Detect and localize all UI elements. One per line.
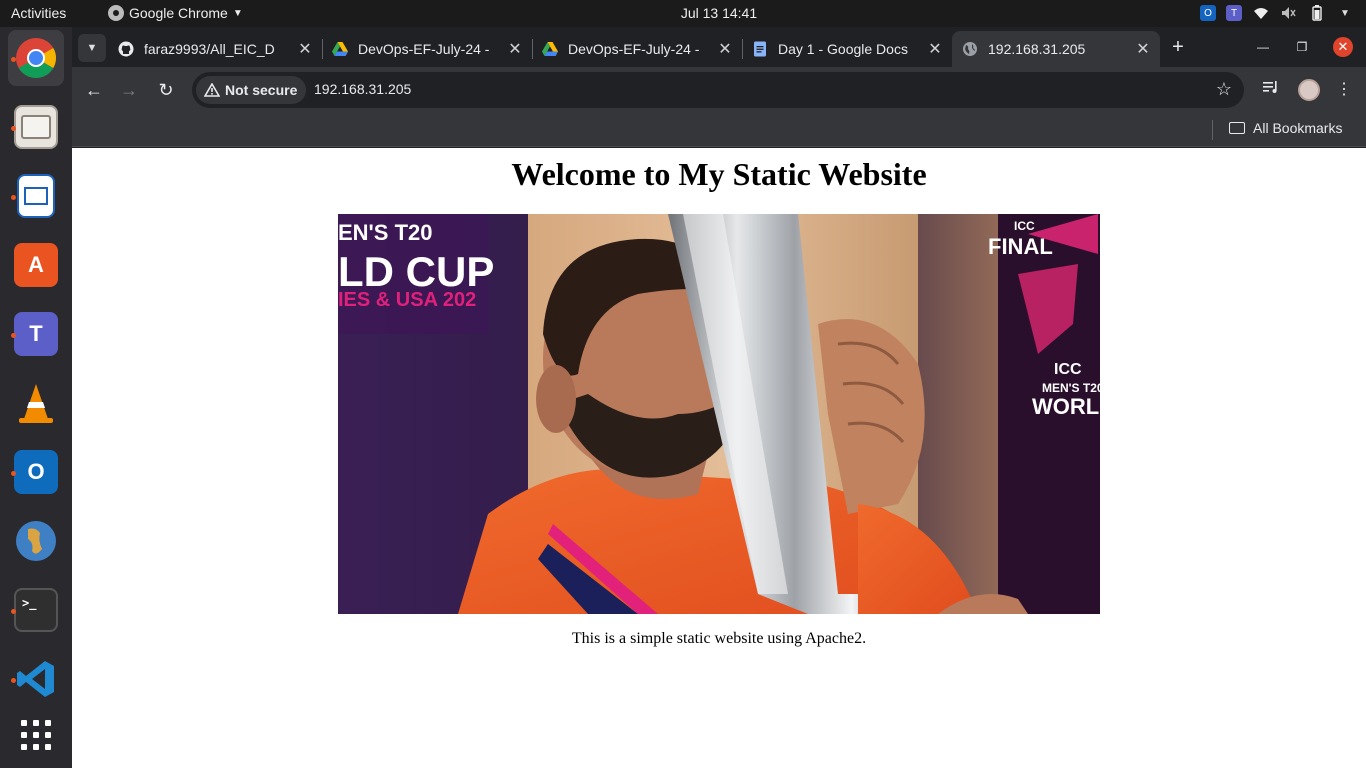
forward-icon[interactable]: → (117, 78, 141, 102)
dock-item-vlc[interactable] (8, 375, 64, 431)
docs-icon (754, 41, 766, 57)
running-indicator (11, 195, 16, 200)
folder-icon (1229, 122, 1245, 134)
tab-drive-1[interactable]: DevOps-EF-July-24 - ✕ (322, 31, 532, 67)
banner-text-icc-2: ICC (1054, 361, 1082, 378)
tab-title: faraz9993/All_EIC_D (144, 41, 275, 57)
url-text[interactable]: 192.168.31.205 (314, 81, 411, 97)
reload-icon[interactable]: ↻ (154, 78, 178, 102)
outlook-tray-icon[interactable]: O (1200, 5, 1216, 21)
vscode-icon (17, 661, 54, 697)
bookmarks-bar: All Bookmarks (72, 113, 1366, 147)
tab-title: DevOps-EF-July-24 - (568, 41, 700, 57)
teams-tray-icon[interactable]: T (1226, 5, 1242, 21)
dock-item-show-apps[interactable] (8, 707, 64, 763)
tab-github[interactable]: faraz9993/All_EIC_D ✕ (108, 31, 322, 67)
dock-item-globe[interactable] (8, 513, 64, 569)
outlook-icon: O (14, 450, 58, 494)
dock-item-terminal[interactable]: >_ (8, 582, 64, 638)
chevron-down-icon: ▼ (86, 42, 98, 54)
minimize-icon[interactable]: — (1253, 37, 1273, 57)
globe-icon (963, 42, 977, 56)
address-bar[interactable]: Not secure 192.168.31.205 ☆ (192, 72, 1244, 108)
security-label: Not secure (225, 82, 298, 98)
drive-icon (332, 42, 348, 56)
banner-text-line3: IES & USA 202 (338, 289, 476, 311)
bookmark-star-icon[interactable]: ☆ (1216, 79, 1232, 100)
dock-item-teams[interactable]: T (8, 306, 64, 362)
page-viewport: Welcome to My Static Website EN'S T20 LD… (72, 148, 1366, 768)
media-controls-icon[interactable] (1259, 78, 1283, 102)
browser-toolbar: ← → ↻ Not secure 192.168.31.205 ☆ ⋮ (72, 67, 1366, 113)
app-grid-icon (21, 720, 51, 750)
dock-item-writer[interactable] (8, 168, 64, 224)
running-indicator (11, 471, 16, 476)
close-icon[interactable]: ✕ (714, 39, 736, 59)
banner-text-line2: LD CUP (338, 248, 494, 295)
dock-item-outlook[interactable]: O (8, 444, 64, 500)
warning-icon (204, 83, 220, 97)
close-icon[interactable]: ✕ (924, 39, 946, 59)
teams-icon: T (14, 312, 58, 356)
close-icon[interactable]: ✕ (504, 39, 526, 59)
all-bookmarks-label: All Bookmarks (1253, 120, 1343, 136)
files-icon (14, 105, 58, 149)
hero-image: EN'S T20 LD CUP IES & USA 202 ICC FINAL … (338, 214, 1100, 614)
browser-window: ▼ faraz9993/All_EIC_D ✕ DevOps-EF-July-2… (72, 27, 1366, 768)
close-icon[interactable]: ✕ (294, 39, 316, 59)
tab-strip: ▼ faraz9993/All_EIC_D ✕ DevOps-EF-July-2… (72, 27, 1366, 67)
trophy-photo: EN'S T20 LD CUP IES & USA 202 ICC FINAL … (338, 214, 1100, 614)
back-icon[interactable]: ← (82, 78, 106, 102)
banner-text-line1: EN'S T20 (338, 220, 433, 245)
battery-icon[interactable] (1308, 4, 1326, 22)
tab-active-site[interactable]: 192.168.31.205 ✕ (952, 31, 1160, 67)
close-icon[interactable]: ✕ (1132, 39, 1154, 59)
banner-text-final: FINAL (988, 234, 1053, 259)
page-paragraph: This is a simple static website using Ap… (571, 630, 867, 647)
tab-search-button[interactable]: ▼ (78, 34, 106, 62)
dock-item-software[interactable]: A (8, 237, 64, 293)
new-tab-button[interactable]: + (1166, 35, 1190, 59)
writer-icon (17, 174, 55, 218)
all-bookmarks-button[interactable]: All Bookmarks (1229, 120, 1342, 136)
github-icon (118, 41, 134, 57)
running-indicator (11, 57, 16, 62)
wifi-icon[interactable] (1252, 4, 1270, 22)
restore-icon[interactable]: ❐ (1292, 37, 1312, 57)
software-icon: A (14, 243, 58, 287)
banner-text-icc: ICC (1014, 219, 1035, 233)
volume-icon[interactable] (1280, 4, 1298, 22)
vlc-icon (19, 384, 53, 423)
tab-drive-2[interactable]: DevOps-EF-July-24 - ✕ (532, 31, 742, 67)
globe-icon (16, 521, 56, 561)
tab-title: 192.168.31.205 (988, 41, 1086, 57)
tab-title: Day 1 - Google Docs (778, 41, 908, 57)
tab-title: DevOps-EF-July-24 - (358, 41, 490, 57)
security-chip[interactable]: Not secure (196, 76, 307, 104)
system-tray[interactable]: O T ▼ (1200, 4, 1354, 22)
drive-icon (542, 42, 558, 56)
dock-item-chrome[interactable] (8, 30, 64, 86)
running-indicator (11, 609, 16, 614)
banner-text-mens: MEN'S T20 (1042, 381, 1100, 395)
window-close-icon[interactable]: ✕ (1333, 37, 1353, 57)
running-indicator (11, 126, 16, 131)
terminal-icon: >_ (14, 588, 58, 632)
system-menu-chevron-icon[interactable]: ▼ (1336, 4, 1354, 22)
chrome-icon (16, 38, 56, 78)
dock-item-vscode[interactable] (8, 651, 64, 707)
clock[interactable]: Jul 13 14:41 (0, 5, 1366, 21)
banner-text-world: WORLD C (1032, 394, 1100, 419)
kebab-menu-icon[interactable]: ⋮ (1332, 78, 1356, 102)
profile-avatar[interactable] (1298, 79, 1320, 101)
running-indicator (11, 333, 16, 338)
gnome-top-bar: Activities Google Chrome ▼ Jul 13 14:41 … (0, 0, 1366, 27)
page-heading: Welcome to My Static Website (511, 156, 927, 192)
dock-item-files[interactable] (8, 99, 64, 155)
bookmarks-divider (1212, 120, 1213, 140)
dock: A T O >_ (0, 27, 72, 768)
running-indicator (11, 678, 16, 683)
tab-docs[interactable]: Day 1 - Google Docs ✕ (742, 31, 952, 67)
